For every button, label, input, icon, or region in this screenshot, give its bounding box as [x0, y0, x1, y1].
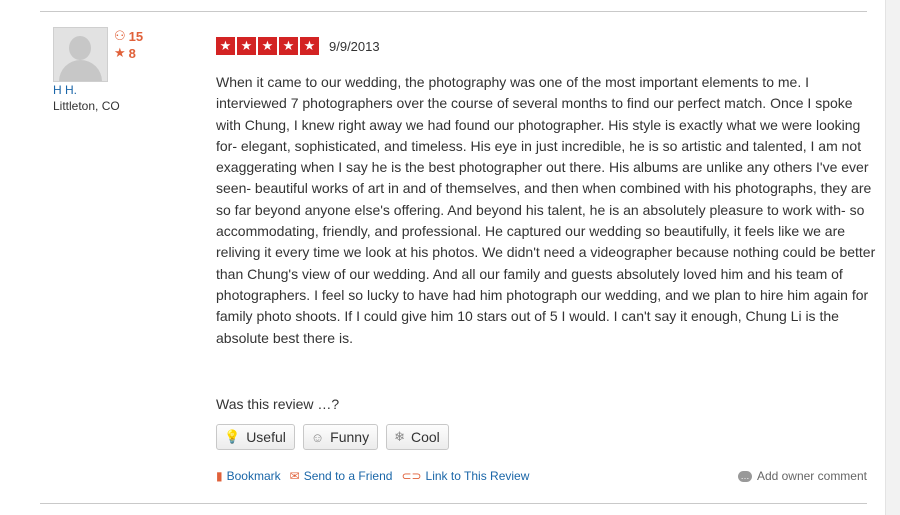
top-divider [40, 11, 867, 12]
speech-bubble-icon: … [737, 470, 752, 482]
cool-label: Cool [410, 429, 440, 445]
send-label: Send to a Friend [303, 469, 393, 483]
rating-star: ★ [279, 37, 298, 55]
rating-star: ★ [300, 37, 319, 55]
review-date: 9/9/2013 [329, 39, 380, 54]
star-rating: ★ ★ ★ ★ ★ [216, 37, 319, 55]
friends-stat: ⚇ 15 [114, 28, 143, 44]
lightbulb-icon: 💡 [224, 429, 241, 444]
add-owner-comment-link[interactable]: … Add owner comment [737, 469, 867, 483]
bookmark-link[interactable]: ▮ Bookmark [216, 469, 281, 483]
avatar-head-shape [69, 36, 91, 60]
friends-icon: ⚇ [114, 28, 126, 43]
rating-star: ★ [237, 37, 256, 55]
friends-count: 15 [128, 28, 144, 44]
owner-comment-label: Add owner comment [756, 469, 867, 483]
vote-buttons: 💡 Useful ☺ Funny ❄ Cool [216, 424, 449, 450]
link-to-review-link[interactable]: ⊂⊃ Link to This Review [401, 469, 529, 483]
send-to-friend-link[interactable]: ✉ Send to a Friend [290, 469, 393, 483]
snowflake-icon: ❄ [394, 429, 405, 444]
bookmark-label: Bookmark [226, 469, 281, 483]
review-text: When it came to our wedding, the photogr… [216, 74, 876, 346]
avatar-body-shape [59, 60, 102, 81]
review-page: ⚇ 15 ★ 8 H H. Littleton, CO ★ ★ ★ ★ ★ 9/9/20… [0, 0, 900, 515]
avatar[interactable] [53, 27, 108, 82]
bookmark-icon: ▮ [216, 469, 223, 483]
helpful-question: Was this review …? [216, 396, 340, 412]
envelope-icon: ✉ [289, 469, 300, 483]
review-actions: ▮ Bookmark ✉ Send to a Friend ⊂⊃ Link to… [216, 469, 529, 483]
star-icon: ★ [114, 45, 126, 60]
user-name-link[interactable]: H H. [53, 83, 77, 97]
funny-button[interactable]: ☺ Funny [302, 424, 379, 450]
reviews-stat: ★ 8 [114, 45, 136, 61]
scrollbar-track[interactable] [885, 0, 900, 515]
reviews-count: 8 [128, 45, 136, 61]
cool-button[interactable]: ❄ Cool [386, 424, 449, 450]
rating-star: ★ [216, 37, 235, 55]
bottom-divider [40, 503, 867, 504]
useful-button[interactable]: 💡 Useful [216, 424, 295, 450]
useful-label: Useful [246, 429, 286, 445]
link-icon: ⊂⊃ [401, 469, 422, 483]
smiley-icon: ☺ [310, 429, 325, 445]
link-label: Link to This Review [425, 469, 530, 483]
user-location: Littleton, CO [53, 99, 120, 113]
rating-star: ★ [258, 37, 277, 55]
funny-label: Funny [330, 429, 370, 445]
